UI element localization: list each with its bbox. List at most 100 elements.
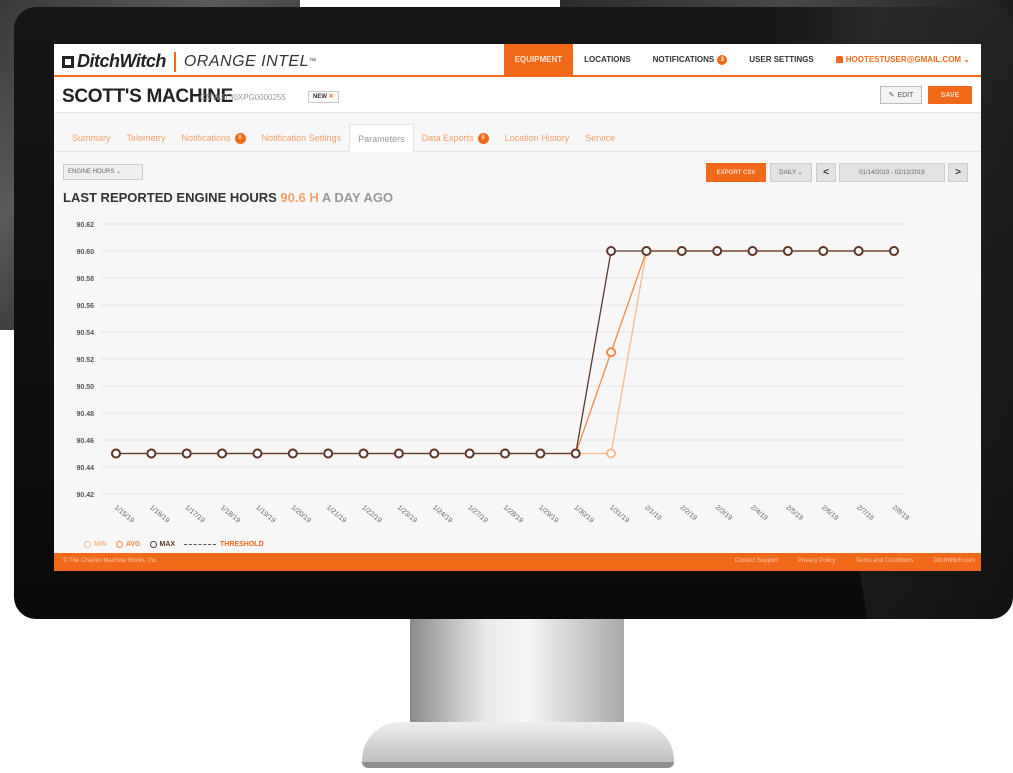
data-point-max — [889, 246, 899, 256]
monitor-stand — [410, 617, 624, 727]
tab-label: Summary — [72, 133, 111, 143]
legend-min[interactable]: MIN — [84, 541, 107, 548]
data-point-avg — [606, 347, 617, 358]
y-tick-label: 90.44 — [76, 465, 94, 472]
x-tick-label: 2/2/19 — [679, 504, 698, 522]
tab-summary[interactable]: Summary — [64, 124, 119, 152]
tab-badge: 8 — [477, 132, 489, 144]
y-tick-label: 90.50 — [76, 384, 94, 391]
y-tick-label: 90.48 — [76, 411, 94, 418]
x-tick-label: 2/5/19 — [785, 504, 804, 522]
x-tick-label: 1/27/19 — [466, 504, 488, 524]
chart-legend: MIN AVG MAX THRESHOLD — [84, 541, 273, 548]
footer-link-terms[interactable]: Terms and Conditions — [855, 558, 913, 564]
x-tick-label: 1/17/19 — [183, 504, 205, 524]
legend-threshold-label: THRESHOLD — [220, 541, 264, 548]
data-point-max — [358, 448, 369, 459]
tab-label: Parameters — [358, 133, 405, 144]
data-point-max — [606, 246, 617, 256]
data-point-max — [287, 448, 298, 459]
previous-range-button[interactable]: < — [816, 163, 836, 182]
nav-label: LOCATIONS — [584, 55, 631, 64]
x-tick-label: 2/4/19 — [749, 504, 768, 522]
data-point-max — [217, 448, 228, 459]
nav-user-menu[interactable]: HOOTESTUSER@GMAIL.COM ⌄ — [825, 44, 981, 75]
x-tick-label: 2/8/19 — [891, 504, 910, 522]
data-point-max — [535, 448, 546, 459]
edit-label: EDIT — [897, 91, 914, 99]
x-tick-label: 2/7/19 — [855, 504, 874, 522]
data-point-max — [252, 448, 263, 459]
x-tick-label: 1/20/19 — [290, 504, 312, 524]
edit-button[interactable]: ✎ EDIT — [880, 86, 922, 104]
y-tick-label: 90.56 — [76, 303, 94, 310]
data-point-max — [712, 246, 723, 256]
x-tick-label: 1/18/19 — [219, 504, 241, 524]
y-tick-label: 90.52 — [76, 357, 94, 364]
tab-telemetry[interactable]: Telemetry — [119, 124, 174, 152]
x-tick-label: 1/28/19 — [502, 504, 524, 524]
tab-parameters[interactable]: Parameters — [349, 124, 414, 152]
parameter-dropdown[interactable]: ENGINE HOURS ⌄ — [63, 164, 143, 180]
nav-label: NOTIFICATIONS — [652, 55, 715, 64]
engine-hours-chart: 90.62 90.60 90.58 90.56 90.54 90.52 90.50 90.48… — [76, 222, 910, 525]
trademark-mark: ™ — [308, 58, 317, 65]
data-point-max — [641, 246, 652, 256]
nav-notifications[interactable]: NOTIFICATIONS 3 — [642, 44, 739, 75]
nav-locations[interactable]: LOCATIONS — [573, 44, 642, 75]
y-tick-label: 90.46 — [76, 438, 94, 445]
export-csv-button[interactable]: EXPORT CSV — [706, 163, 766, 182]
tab-label: Service — [585, 133, 616, 143]
x-tick-label: 1/23/19 — [396, 504, 418, 524]
legend-max-label: MAX — [159, 541, 176, 548]
data-point-min — [606, 448, 617, 459]
x-tick-label: 1/15/19 — [113, 504, 135, 524]
brand-logo[interactable]: DitchWitch ORANGE INTEL ™ — [62, 51, 316, 72]
x-tick-label: 1/29/19 — [537, 504, 559, 524]
footer-link-privacy-policy[interactable]: Privacy Policy — [798, 558, 835, 564]
series-line-avg — [116, 250, 894, 455]
period-dropdown[interactable]: DAILY ⌄ — [770, 163, 812, 182]
user-email: HOOTESTUSER@GMAIL.COM ⌄ — [845, 55, 970, 64]
legend-avg[interactable]: AVG — [115, 541, 141, 548]
legend-max[interactable]: MAX — [149, 541, 176, 548]
x-tick-label: 2/3/19 — [714, 504, 733, 522]
data-point-max — [853, 246, 864, 256]
legend-avg-label: AVG — [125, 541, 141, 548]
data-point-max — [818, 246, 829, 256]
next-range-button[interactable]: > — [948, 163, 968, 182]
data-point-max — [181, 448, 192, 459]
legend-threshold[interactable]: THRESHOLD — [184, 541, 264, 548]
series-line-min — [116, 250, 894, 455]
date-range-picker[interactable]: 01/14/2019 - 02/12/2019 — [839, 163, 945, 182]
y-tick-label: 90.42 — [76, 492, 94, 499]
tab-location-history[interactable]: Location History — [497, 124, 578, 152]
logo-wordmark: DitchWitch — [77, 51, 166, 71]
nav-user-settings[interactable]: USER SETTINGS — [738, 44, 824, 75]
nav-label: USER SETTINGS — [749, 55, 814, 64]
logo-mark-icon — [62, 55, 74, 68]
machine-tabs: Summary Telemetry Notifications 8 Notific… — [54, 124, 981, 152]
footer-link-contact-support[interactable]: Contact Support — [735, 558, 778, 564]
x-tick-label: 2/1/19 — [643, 504, 662, 522]
data-point-max — [676, 246, 687, 256]
footer: © The Charles Machine Works, Inc. Contac… — [54, 553, 981, 571]
tag-close-icon[interactable]: ✕ — [329, 94, 334, 100]
notification-count-badge: 3 — [717, 54, 728, 65]
new-tag[interactable]: NEW ✕ — [308, 91, 339, 103]
tab-label: Notifications — [181, 133, 231, 143]
save-button[interactable]: SAVE — [928, 86, 972, 104]
tab-data-exports[interactable]: Data Exports 8 — [414, 124, 497, 152]
app-screen: DitchWitch ORANGE INTEL ™ EQUIPMENT LOCA… — [54, 44, 981, 571]
series-line-max — [116, 250, 894, 455]
tab-notifications[interactable]: Notifications 8 — [174, 124, 254, 152]
machine-serial: CMWJT30XPG0000255 — [200, 93, 286, 102]
tab-notification-settings[interactable]: Notification Settings — [254, 124, 350, 152]
tab-service[interactable]: Service — [577, 124, 623, 152]
nav-equipment[interactable]: EQUIPMENT — [503, 44, 574, 75]
footer-link-ditchwitch[interactable]: DitchWitch.com — [933, 558, 975, 564]
data-point-max — [782, 246, 793, 256]
data-point-max — [747, 246, 758, 256]
data-point-max — [570, 448, 581, 459]
x-tick-label: 2/6/19 — [820, 504, 839, 522]
